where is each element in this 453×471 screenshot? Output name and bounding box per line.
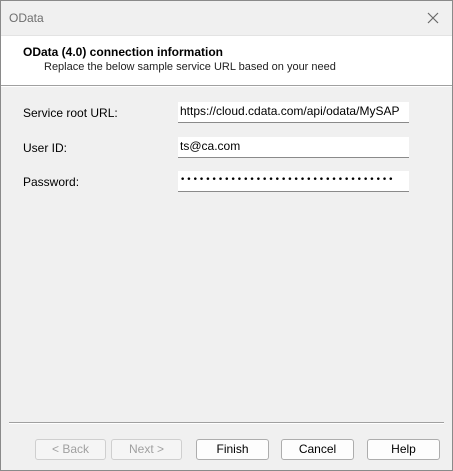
window-title: OData — [9, 11, 44, 25]
close-icon — [427, 12, 439, 24]
service-root-url-input[interactable]: https://cloud.cdata.com/api/odata/MySAP — [178, 102, 409, 123]
back-button[interactable]: < Back — [35, 439, 106, 460]
header-divider — [1, 85, 452, 87]
user-id-input[interactable]: ts@ca.com — [178, 137, 409, 158]
password-label: Password: — [23, 175, 80, 189]
header-subtitle: Replace the below sample service URL bas… — [44, 61, 336, 73]
footer-divider — [9, 422, 444, 424]
odata-dialog: OData OData (4.0) connection information… — [0, 0, 453, 471]
cancel-button[interactable]: Cancel — [281, 439, 354, 460]
title-bar: OData — [1, 1, 452, 35]
header-title: OData (4.0) connection information — [23, 45, 224, 59]
next-button[interactable]: Next > — [111, 439, 182, 460]
service-root-url-label: Service root URL: — [23, 106, 118, 120]
help-button[interactable]: Help — [367, 439, 440, 460]
wizard-header: OData (4.0) connection information Repla… — [1, 35, 452, 86]
password-input[interactable]: •••••••••••••••••••••••••••••••••• — [178, 171, 409, 192]
close-button[interactable] — [420, 5, 446, 31]
user-id-label: User ID: — [23, 141, 68, 155]
finish-button[interactable]: Finish — [196, 439, 269, 460]
